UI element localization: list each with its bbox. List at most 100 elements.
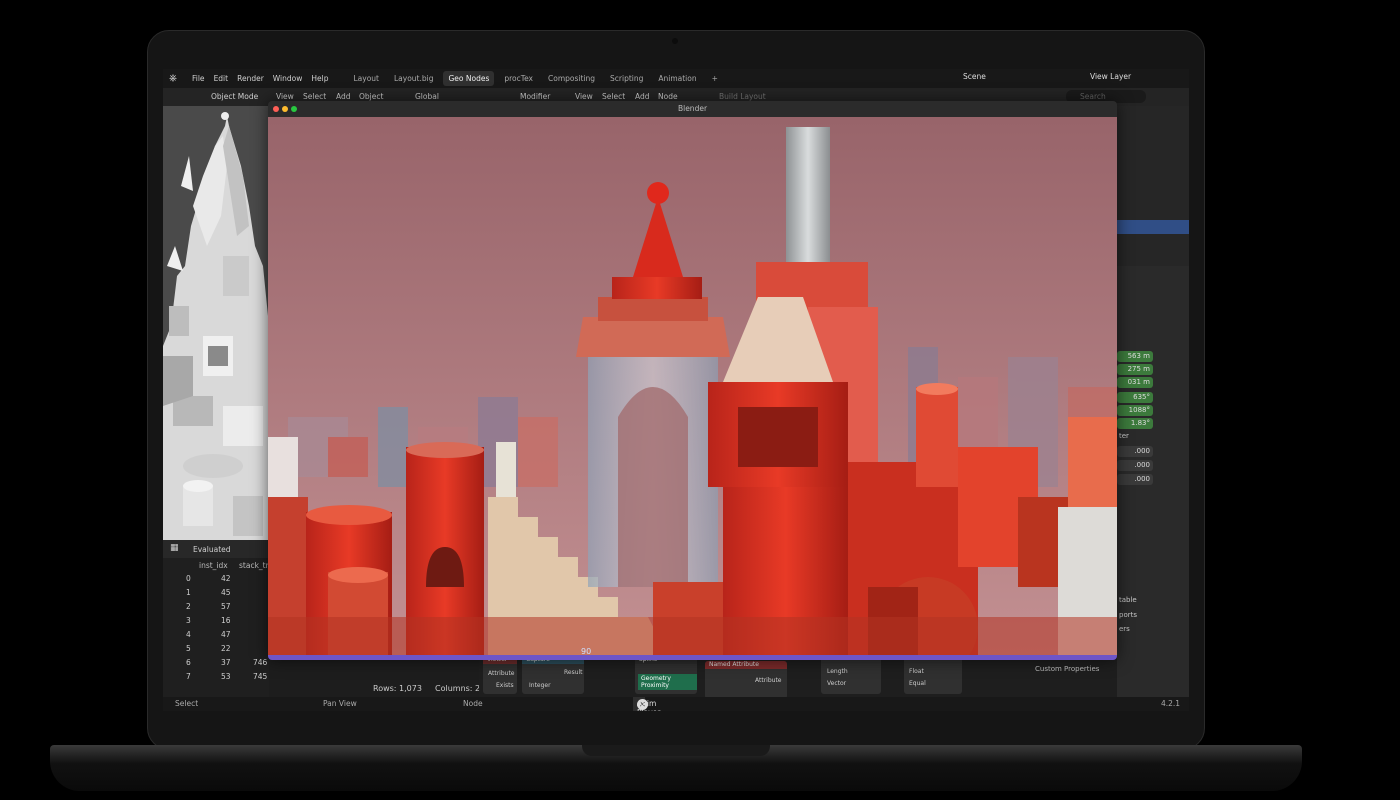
- cell: 16: [221, 616, 231, 625]
- tab-compositing[interactable]: Compositing: [543, 71, 600, 86]
- named-attribute-node[interactable]: Named Attribute Attribute: [705, 661, 787, 699]
- rows-count: Rows: 1,073: [373, 684, 422, 693]
- compare-node[interactable]: Float Equal: [904, 656, 962, 694]
- outliner-item[interactable]: [1117, 192, 1189, 206]
- outliner-item[interactable]: [1117, 108, 1189, 122]
- object-mode-dropdown[interactable]: Object Mode: [211, 92, 258, 101]
- evaluated-dropdown[interactable]: Evaluated: [193, 545, 231, 554]
- outliner-item[interactable]: [1117, 234, 1189, 248]
- rotation-z-field[interactable]: 1.83°: [1117, 418, 1153, 429]
- render-window-titlebar[interactable]: Blender: [268, 101, 1117, 117]
- cell: 42: [221, 574, 231, 583]
- table-row: 3 16: [163, 613, 269, 627]
- add-workspace-button[interactable]: +: [707, 71, 723, 86]
- node-socket-label: Exists: [496, 682, 514, 689]
- node-menu[interactable]: Node: [658, 92, 678, 101]
- view-layer-selector[interactable]: View Layer: [1090, 72, 1131, 81]
- add-menu[interactable]: Add: [336, 92, 351, 101]
- tab-layout-big[interactable]: Layout.big: [389, 71, 439, 86]
- row-index: 7: [186, 672, 191, 681]
- search-placeholder: Search: [1080, 92, 1106, 101]
- tab-layout[interactable]: Layout: [348, 71, 384, 86]
- table-row: 0 42: [163, 571, 269, 585]
- outliner-item[interactable]: [1117, 136, 1189, 150]
- status-select: Select: [175, 699, 199, 708]
- status-node: Node: [463, 699, 483, 708]
- menu-window[interactable]: Window: [273, 74, 303, 83]
- outliner-item-selected[interactable]: [1117, 220, 1189, 234]
- location-y-field[interactable]: 275 m: [1117, 364, 1153, 375]
- spreadsheet-header: ▦ Evaluated: [163, 540, 269, 558]
- 3d-viewport[interactable]: [163, 106, 269, 540]
- menu-render[interactable]: Render: [237, 74, 264, 83]
- outliner-item[interactable]: [1117, 248, 1189, 262]
- geometry-proximity-node[interactable]: Spline Geometry Proximity: [635, 656, 697, 694]
- node-socket-label: Attribute: [488, 670, 515, 677]
- minimize-window-button[interactable]: [282, 106, 288, 112]
- node-select-menu[interactable]: Select: [602, 92, 625, 101]
- tower-model-render: [163, 106, 269, 540]
- node-editor[interactable]: Viewer Attribute Exists Capture Result I…: [479, 655, 1117, 699]
- viewer-node[interactable]: Viewer Attribute Exists: [483, 656, 517, 694]
- cell: 22: [221, 644, 231, 653]
- maximize-window-button[interactable]: [291, 106, 297, 112]
- rotation-y-field[interactable]: 1088°: [1117, 405, 1153, 416]
- row-index: 5: [186, 644, 191, 653]
- outliner-item[interactable]: [1117, 150, 1189, 164]
- modifier-dropdown[interactable]: Modifier: [520, 92, 550, 101]
- row-index: 3: [186, 616, 191, 625]
- menu-edit[interactable]: Edit: [214, 74, 229, 83]
- menu-help[interactable]: Help: [311, 74, 328, 83]
- scale-z-field[interactable]: .000: [1117, 474, 1153, 485]
- anim-player-taskbar-item[interactable]: ✕ Anim Player: [633, 697, 660, 711]
- outliner-item[interactable]: [1117, 122, 1189, 136]
- rotation-x-field[interactable]: 635°: [1117, 392, 1153, 403]
- column-header[interactable]: inst_idx: [199, 561, 228, 570]
- menu-file[interactable]: File: [192, 74, 205, 83]
- close-window-button[interactable]: [273, 106, 279, 112]
- status-pan-view: Pan View: [323, 699, 357, 708]
- outliner-item[interactable]: [1117, 164, 1189, 178]
- render-window[interactable]: Blender 90: [268, 101, 1117, 660]
- version-label: 4.2.1: [1161, 699, 1181, 708]
- outliner-item[interactable]: [1117, 206, 1189, 220]
- view-menu[interactable]: View: [276, 92, 294, 101]
- status-bar: Select Pan View Node ✕ Anim Player 4.2.1: [163, 697, 1189, 711]
- node-view-menu[interactable]: View: [575, 92, 593, 101]
- scene-selector[interactable]: Scene: [963, 72, 986, 81]
- node-socket-label: Vector: [827, 680, 847, 687]
- timeline-frame-strip[interactable]: [268, 655, 1117, 660]
- blender-logo-icon[interactable]: ⎈: [169, 73, 183, 84]
- top-menu-bar: ⎈ File Edit Render Window Help Layout La…: [163, 69, 1189, 88]
- build-layout-field[interactable]: Build Layout: [719, 92, 766, 101]
- scale-y-field[interactable]: .000: [1117, 460, 1153, 471]
- property-label: ers: [1119, 625, 1130, 633]
- property-label: ter: [1119, 432, 1129, 440]
- tab-scripting[interactable]: Scripting: [605, 71, 648, 86]
- capture-node[interactable]: Capture Result Integer: [522, 656, 584, 694]
- length-node[interactable]: Length Vector: [821, 656, 881, 694]
- cell: 45: [221, 588, 231, 597]
- location-x-field[interactable]: 563 m: [1117, 351, 1153, 362]
- tab-proctex[interactable]: procTex: [499, 71, 538, 86]
- spreadsheet-editor-icon[interactable]: ▦: [170, 543, 179, 553]
- cell: 746: [253, 658, 268, 667]
- scale-x-field[interactable]: .000: [1117, 446, 1153, 457]
- row-index: 6: [186, 658, 191, 667]
- location-z-field[interactable]: 031 m: [1117, 377, 1153, 388]
- render-window-title: Blender: [677, 104, 708, 113]
- column-header[interactable]: stack_tr: [239, 561, 269, 570]
- table-row: 2 57: [163, 599, 269, 613]
- current-frame-number: 90: [581, 647, 592, 656]
- transform-orientation-dropdown[interactable]: Global: [415, 92, 439, 101]
- custom-properties-panel[interactable]: Custom Properties: [1035, 665, 1099, 673]
- object-menu[interactable]: Object: [359, 92, 383, 101]
- node-add-menu[interactable]: Add: [635, 92, 650, 101]
- table-row: 4 47: [163, 627, 269, 641]
- tab-geo-nodes[interactable]: Geo Nodes: [443, 71, 495, 86]
- table-row: 1 45: [163, 585, 269, 599]
- tab-animation[interactable]: Animation: [653, 71, 701, 86]
- outliner-item[interactable]: [1117, 178, 1189, 192]
- select-menu[interactable]: Select: [303, 92, 326, 101]
- table-row: 7 53 745: [163, 669, 269, 683]
